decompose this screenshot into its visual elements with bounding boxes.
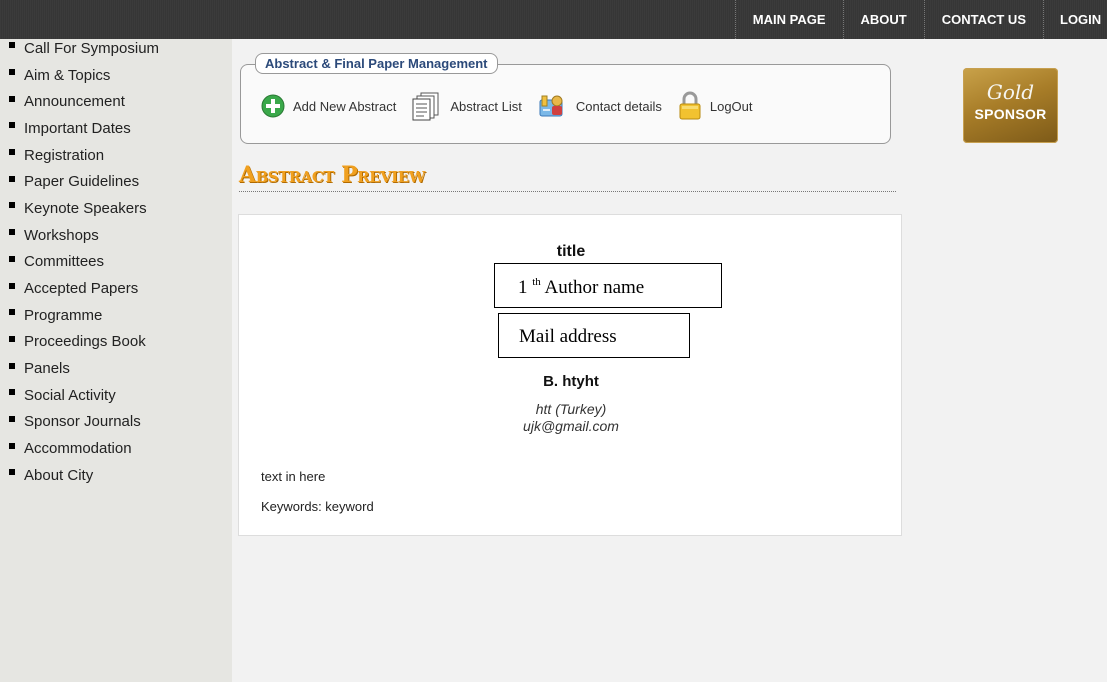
contact-card-icon: [538, 92, 568, 120]
author-email: ujk@gmail.com: [523, 418, 619, 434]
abstract-preview-heading: Abstract Preview: [239, 162, 896, 192]
author-name: B. htyht: [543, 373, 599, 390]
sidebar-item[interactable]: Paper Guidelines: [0, 168, 232, 195]
bullet-icon: [9, 469, 15, 476]
sidebar-item-label: Accommodation: [24, 440, 132, 458]
sidebar-item[interactable]: Social Activity: [0, 382, 232, 409]
author-ordinal: th: [532, 276, 541, 288]
sidebar-item-label: Committees: [24, 253, 105, 271]
bullet-icon: [9, 335, 15, 342]
abstract-list-label: Abstract List: [450, 98, 522, 114]
sidebar-item-label: Programme: [24, 306, 103, 324]
add-new-abstract-link[interactable]: Add New Abstract: [261, 94, 396, 118]
logout-link[interactable]: LogOut: [678, 91, 753, 121]
sidebar-item[interactable]: Proceedings Book: [0, 329, 232, 356]
sidebar-item[interactable]: Committees: [0, 249, 232, 276]
abstract-body: text in here: [261, 469, 326, 484]
sidebar-item[interactable]: Aim & Topics: [0, 62, 232, 89]
gold-sponsor-badge[interactable]: Gold SPONSOR: [963, 68, 1058, 143]
bullet-icon: [9, 149, 15, 156]
sidebar-item-label: Paper Guidelines: [24, 173, 140, 191]
bullet-icon: [9, 442, 15, 449]
sidebar-item[interactable]: Important Dates: [0, 115, 232, 142]
bullet-icon: [9, 122, 15, 129]
nav-main-page[interactable]: MAIN PAGE: [734, 0, 843, 39]
nav-about[interactable]: ABOUT: [842, 0, 924, 39]
logout-label: LogOut: [709, 98, 753, 114]
bullet-icon: [9, 95, 15, 102]
add-new-abstract-label: Add New Abstract: [293, 98, 397, 114]
abstract-keywords: Keywords: keyword: [261, 499, 374, 514]
sidebar-item-label: Proceedings Book: [24, 333, 146, 351]
bullet-icon: [9, 175, 15, 182]
sponsor-label: SPONSOR: [974, 106, 1047, 122]
sidebar-item-label: Call For Symposium: [24, 39, 160, 57]
sidebar-item-label: Announcement: [24, 93, 125, 111]
sidebar-item[interactable]: Accommodation: [0, 435, 232, 462]
contact-details-label: Contact details: [575, 98, 662, 114]
sidebar-item[interactable]: Accepted Papers: [0, 275, 232, 302]
mail-address-box: Mail address: [498, 313, 690, 358]
sidebar-item[interactable]: About City: [0, 462, 232, 489]
sidebar-item-label: Registration: [24, 146, 105, 164]
sponsor-tier: Gold: [986, 80, 1035, 104]
sidebar-item-label: About City: [24, 466, 94, 484]
main-nav: MAIN PAGE ABOUT CONTACT US LOGIN: [734, 0, 1107, 39]
mail-address-placeholder: Mail address: [519, 326, 617, 347]
padlock-icon: [678, 91, 702, 121]
author-affiliation: htt (Turkey): [535, 401, 607, 417]
panel-title: Abstract & Final Paper Management: [255, 53, 498, 74]
abstract-preview-card: title 1 th Author name Mail address B. h…: [238, 214, 902, 536]
sidebar-item[interactable]: Programme: [0, 302, 232, 329]
nav-contact-us[interactable]: CONTACT US: [923, 0, 1043, 39]
sidebar-item[interactable]: Keynote Speakers: [0, 195, 232, 222]
sidebar-item[interactable]: Sponsor Journals: [0, 409, 232, 436]
sidebar-item-label: Keynote Speakers: [24, 199, 147, 217]
sidebar-item-label: Accepted Papers: [24, 280, 139, 298]
bullet-icon: [9, 69, 15, 76]
bullet-icon: [9, 229, 15, 236]
bullet-icon: [9, 389, 15, 396]
sidebar-item-label: Social Activity: [24, 386, 116, 404]
sidebar-item[interactable]: Call For Symposium: [0, 35, 232, 62]
abstract-title: title: [556, 243, 586, 260]
sidebar: Call For Symposium Aim & Topics Announce…: [0, 39, 232, 682]
sidebar-item-label: Aim & Topics: [24, 66, 111, 84]
sidebar-menu: Call For Symposium Aim & Topics Announce…: [0, 39, 232, 489]
sidebar-item-label: Panels: [24, 360, 70, 378]
sidebar-item-label: Important Dates: [24, 119, 131, 137]
sidebar-item-label: Workshops: [24, 226, 99, 244]
sidebar-item[interactable]: Workshops: [0, 222, 232, 249]
bullet-icon: [9, 362, 15, 369]
top-navigation-bar: MAIN PAGE ABOUT CONTACT US LOGIN: [0, 0, 1107, 39]
bullet-icon: [9, 309, 15, 316]
abstract-list-link[interactable]: Abstract List: [412, 91, 522, 121]
bullet-icon: [9, 202, 15, 209]
sidebar-item[interactable]: Registration: [0, 142, 232, 169]
page-title: Abstract Preview: [239, 162, 425, 188]
management-toolbar: Add New Abstract Abstract List Contact d…: [261, 91, 769, 121]
sidebar-item[interactable]: Panels: [0, 355, 232, 382]
bullet-icon: [9, 415, 15, 422]
author-number: 1: [518, 277, 528, 298]
bullet-icon: [9, 282, 15, 289]
bullet-icon: [9, 42, 15, 49]
author-name-box: 1 th Author name: [494, 263, 722, 308]
nav-login[interactable]: LOGIN: [1043, 0, 1107, 39]
bullet-icon: [9, 255, 15, 262]
author-affiliation-block: htt (Turkey) ujk@gmail.com: [239, 401, 903, 435]
documents-icon: [412, 91, 442, 121]
sidebar-item-label: Sponsor Journals: [24, 413, 141, 431]
abstract-management-panel: Abstract & Final Paper Management Add Ne…: [240, 53, 891, 144]
sidebar-item[interactable]: Announcement: [0, 88, 232, 115]
contact-details-link[interactable]: Contact details: [538, 92, 662, 120]
add-circle-icon: [261, 94, 285, 118]
author-name-placeholder: Author name: [544, 277, 645, 298]
